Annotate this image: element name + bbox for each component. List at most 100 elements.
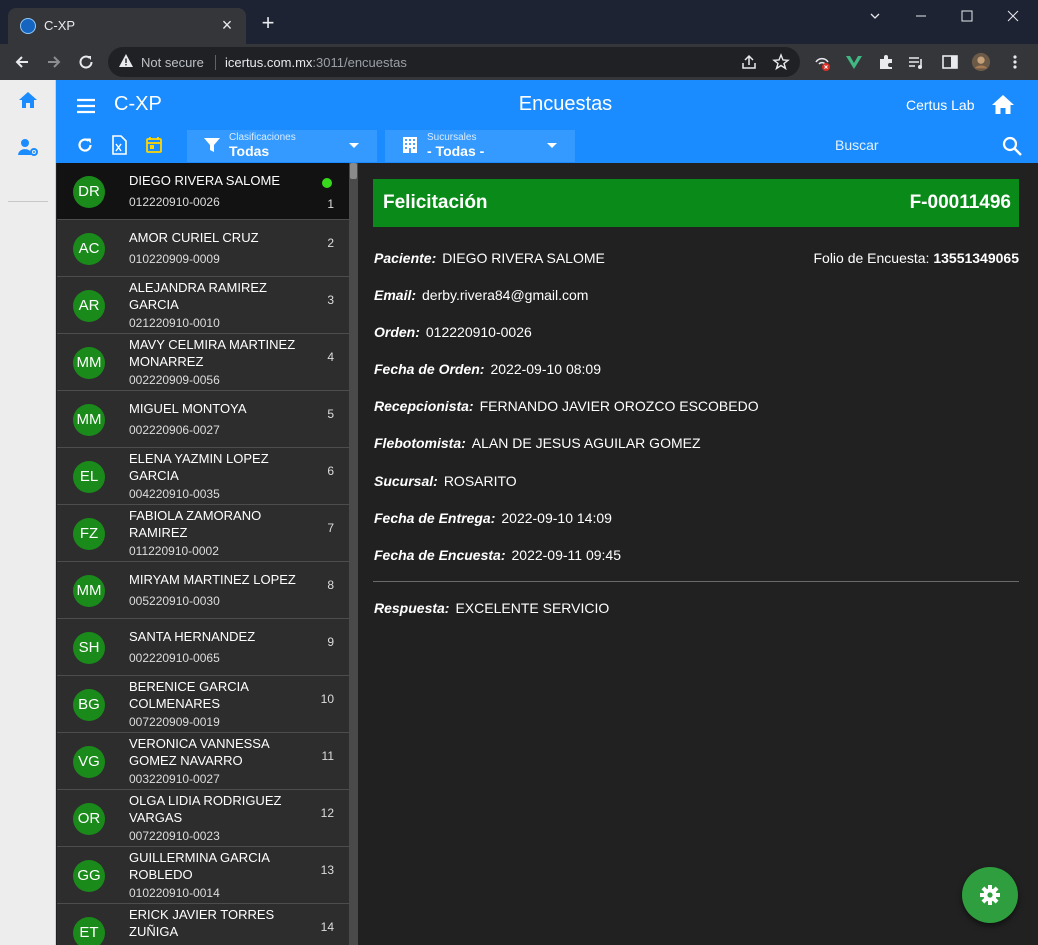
patient-name: MIRYAM MARTINEZ LOPEZ: [129, 572, 296, 587]
warning-icon: [119, 54, 133, 67]
gear-icon: [980, 885, 1000, 905]
avatar: DR: [73, 176, 105, 208]
minimize-button[interactable]: [898, 0, 944, 32]
list-item[interactable]: ETERICK JAVIER TORRES ZUÑIGA009220910-00…: [57, 904, 349, 945]
dropdown-caret-icon: [349, 143, 359, 148]
order-code: 004220910-0035: [129, 487, 220, 501]
extensions-puzzle-icon[interactable]: [876, 52, 896, 72]
sucursales-label: Sucursales: [427, 132, 477, 143]
clasificaciones-select[interactable]: Clasificaciones Todas: [187, 130, 377, 162]
list-item[interactable]: MM MAVY CELMIRA MARTINEZ MONARREZ 00222090…: [57, 334, 349, 391]
divider: [373, 581, 1019, 582]
detail-field: Fecha de Encuesta: 2022-09-11 09:45: [374, 547, 621, 563]
patient-name: MAVY CELMIRA MARTINEZ MONARREZ: [129, 337, 296, 369]
tab-search-button[interactable]: [852, 0, 898, 32]
list-item[interactable]: AR ALEJANDRA RAMIREZ GARCIA 021220910-0010…: [57, 277, 349, 334]
item-number: 13: [320, 863, 334, 877]
not-secure-label[interactable]: Not secure: [141, 55, 204, 70]
url-text[interactable]: icertus.com.mx:3011/encuestas: [225, 55, 407, 70]
detail-field: Email: derby.rivera84@gmail.com: [374, 287, 589, 303]
bookmark-star-icon[interactable]: [772, 53, 790, 76]
maximize-button[interactable]: [944, 0, 990, 32]
list-item[interactable]: MM MIRYAM MARTINEZ LOPEZ 005220910-0030 8: [57, 562, 349, 619]
calendar-button[interactable]: [144, 135, 164, 155]
list-item[interactable]: BG BERENICE GARCIA COLMENARES 007220909-00…: [57, 676, 349, 733]
sucursales-select[interactable]: Sucursales - Todas -: [385, 130, 575, 162]
rail-home-button[interactable]: [0, 80, 56, 120]
share-icon[interactable]: [740, 53, 758, 76]
cast-blocked-icon[interactable]: [812, 52, 832, 72]
order-code: 011220910-0002: [129, 544, 219, 558]
appbar-home-button[interactable]: [990, 92, 1016, 118]
item-number: 11: [321, 749, 334, 763]
list-item[interactable]: FZ FABIOLA ZAMORANO RAMIREZ 011220910-0002…: [57, 505, 349, 562]
item-number: 9: [327, 635, 334, 649]
browser-tab[interactable]: C-XP ×: [8, 8, 246, 44]
patient-name: ELENA YAZMIN LOPEZ GARCIA: [129, 451, 269, 483]
back-button[interactable]: [8, 48, 36, 76]
avatar: GG: [73, 860, 105, 892]
calendar-icon: [146, 137, 162, 153]
address-bar[interactable]: Not secure icertus.com.mx:3011/encuestas: [108, 47, 800, 77]
list-item[interactable]: EL ELENA YAZMIN LOPEZ GARCIA 004220910-003…: [57, 448, 349, 505]
building-icon: [403, 137, 417, 153]
refresh-icon: [78, 138, 92, 152]
scrollbar-thumb[interactable]: [350, 163, 357, 179]
list-item[interactable]: DR DIEGO RIVERA SALOME 012220910-0026 1: [57, 163, 349, 220]
order-code: 012220910-0026: [129, 195, 220, 209]
hamburger-menu-button[interactable]: [74, 94, 98, 118]
search-button[interactable]: [1001, 135, 1023, 157]
avatar: AR: [73, 290, 105, 322]
forward-button[interactable]: [40, 48, 68, 76]
list-item[interactable]: GG GUILLERMINA GARCIA ROBLEDO 010220910-00…: [57, 847, 349, 904]
vue-devtools-icon[interactable]: [844, 52, 864, 72]
avatar: EL: [73, 461, 105, 493]
detail-field: Orden: 012220910-0026: [374, 324, 532, 340]
list-item[interactable]: MM MIGUEL MONTOYA 002220906-0027 5: [57, 391, 349, 448]
lab-name: Certus Lab: [906, 97, 975, 113]
browser-toolbar: Not secure icertus.com.mx:3011/encuestas: [0, 44, 1038, 80]
list-scrollbar[interactable]: [349, 163, 358, 945]
settings-fab-button[interactable]: [962, 867, 1018, 923]
menu-icon: [77, 98, 95, 114]
filter-icon: [204, 138, 220, 152]
app-title: C-XP: [114, 93, 162, 115]
search-icon: [1002, 136, 1022, 156]
order-code: 002220909-0056: [129, 373, 220, 387]
browser-menu-icon[interactable]: [1005, 52, 1025, 72]
list-item[interactable]: OR OLGA LIDIA RODRIGUEZ VARGAS 007220910-0…: [57, 790, 349, 847]
reading-list-icon[interactable]: [906, 52, 926, 72]
survey-list: DR DIEGO RIVERA SALOME 012220910-0026 1 AC AM…: [57, 163, 349, 945]
search-input[interactable]: Buscar: [835, 137, 879, 153]
list-item[interactable]: AC AMOR CURIEL CRUZ 010220909-0009 2: [57, 220, 349, 277]
detail-field: Flebotomista: ALAN DE JESUS AGUILAR GOMEZ: [374, 435, 701, 451]
avatar: OR: [73, 803, 105, 835]
tab-close-button[interactable]: ×: [216, 14, 238, 36]
refresh-button[interactable]: [75, 135, 95, 155]
reload-icon: [79, 55, 93, 69]
export-excel-button[interactable]: [109, 135, 129, 155]
list-item[interactable]: SH SANTA HERNANDEZ 002220910-0065 9: [57, 619, 349, 676]
order-code: 007220910-0023: [129, 829, 220, 843]
detail-field: Fecha de Orden: 2022-09-10 08:09: [374, 361, 602, 377]
nav-rail: [0, 80, 56, 945]
browser-titlebar: C-XP × +: [0, 0, 1038, 44]
clasificaciones-label: Clasificaciones: [229, 132, 296, 143]
new-tab-button[interactable]: +: [256, 12, 280, 36]
folio-encuesta: Folio de Encuesta: 13551349065: [813, 250, 1019, 266]
patient-name: DIEGO RIVERA SALOME: [129, 173, 280, 188]
rail-user-settings-button[interactable]: [0, 127, 56, 167]
side-panel-icon[interactable]: [940, 52, 960, 72]
order-code: 021220910-0010: [129, 316, 220, 330]
reload-button[interactable]: [72, 48, 100, 76]
list-item[interactable]: VG VERONICA VANNESSA GOMEZ NAVARRO 0032209…: [57, 733, 349, 790]
profile-avatar[interactable]: [971, 52, 991, 72]
close-window-button[interactable]: [990, 0, 1036, 32]
avatar: BG: [73, 689, 105, 721]
order-code: 002220906-0027: [129, 423, 220, 437]
patient-name: MIGUEL MONTOYA: [129, 401, 247, 416]
patient-name: ERICK JAVIER TORRES ZUÑIGA: [129, 907, 275, 939]
item-number: 2: [327, 236, 334, 250]
survey-type-banner: Felicitación F-00011496: [373, 179, 1019, 227]
avatar: AC: [73, 233, 105, 265]
